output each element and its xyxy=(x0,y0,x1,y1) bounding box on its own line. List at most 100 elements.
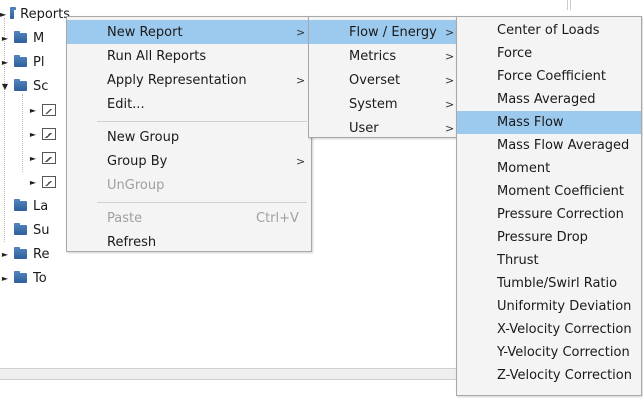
menu-item-label: Force Coefficient xyxy=(497,69,606,84)
submenu-arrow-icon: > xyxy=(296,25,306,39)
menu-item-apply-representation[interactable]: Apply Representation > xyxy=(67,68,311,92)
tree-item[interactable]: ▼ Sc xyxy=(0,76,70,96)
menu-item-z-velocity-correction[interactable]: Z-Velocity Correction xyxy=(457,364,641,387)
menu-item-mass-flow[interactable]: Mass Flow xyxy=(457,111,641,134)
report-icon xyxy=(42,104,56,116)
tree-item-reports[interactable]: ► Reports xyxy=(0,4,70,24)
folder-icon xyxy=(14,79,27,91)
expand-arrow-icon[interactable]: ► xyxy=(28,129,38,139)
tree-item[interactable]: ► Re xyxy=(0,244,70,264)
menu-item-ungroup[interactable]: UnGroup xyxy=(67,173,311,197)
menu-item-label: Mass Flow Averaged xyxy=(497,138,630,153)
menu-item-moment[interactable]: Moment xyxy=(457,157,641,180)
menu-item-user[interactable]: User > xyxy=(309,116,459,140)
tree-item[interactable]: ► To xyxy=(0,268,70,288)
menu-item-label: New Report xyxy=(107,24,183,40)
folder-icon xyxy=(14,31,27,43)
tree-item[interactable]: ► xyxy=(28,148,68,168)
menu-separator xyxy=(97,202,307,203)
folder-icon xyxy=(10,7,17,19)
expand-arrow-icon[interactable]: ► xyxy=(0,57,10,67)
expand-arrow-icon[interactable]: ► xyxy=(0,9,6,19)
pane-divider[interactable] xyxy=(570,0,571,10)
menu-item-label: System xyxy=(349,96,398,112)
tree-item[interactable]: La xyxy=(10,196,70,216)
menu-item-flow-energy[interactable]: Flow / Energy > xyxy=(309,20,459,44)
menu-item-overset[interactable]: Overset > xyxy=(309,68,459,92)
menu-item-moment-coefficient[interactable]: Moment Coefficient xyxy=(457,180,641,203)
menu-item-pressure-drop[interactable]: Pressure Drop xyxy=(457,226,641,249)
tree-item[interactable]: ► xyxy=(28,172,68,192)
folder-icon xyxy=(14,199,27,211)
menu-item-metrics[interactable]: Metrics > xyxy=(309,44,459,68)
menu-item-edit[interactable]: Edit... xyxy=(67,92,311,116)
tree-item-label: Sc xyxy=(33,78,49,94)
menu-item-new-group[interactable]: New Group xyxy=(67,125,311,149)
tree-item[interactable]: Su xyxy=(10,220,70,240)
menu-item-label: UnGroup xyxy=(107,177,165,193)
menu-item-force[interactable]: Force xyxy=(457,42,641,65)
menu-item-label: Paste xyxy=(107,210,143,226)
submenu-arrow-icon: > xyxy=(296,154,306,168)
tree-item[interactable]: ► M xyxy=(0,28,70,48)
collapse-arrow-icon[interactable]: ▼ xyxy=(0,81,10,91)
menu-item-paste[interactable]: Paste Ctrl+V xyxy=(67,206,311,230)
menu-item-label: Edit... xyxy=(107,96,145,112)
menu-item-x-velocity-correction[interactable]: X-Velocity Correction xyxy=(457,318,641,341)
menu-item-thrust[interactable]: Thrust xyxy=(457,249,641,272)
expand-arrow-icon[interactable]: ► xyxy=(0,249,10,259)
tree-item-label: Su xyxy=(33,222,50,238)
submenu-arrow-icon: > xyxy=(296,73,306,87)
menu-item-label: Pressure Correction xyxy=(497,207,624,222)
menu-item-label: Uniformity Deviation xyxy=(497,299,632,314)
folder-icon xyxy=(14,247,27,259)
menu-item-label: Thrust xyxy=(497,253,539,268)
menu-item-force-coefficient[interactable]: Force Coefficient xyxy=(457,65,641,88)
expand-arrow-icon[interactable]: ► xyxy=(0,273,10,283)
menu-item-label: Mass Averaged xyxy=(497,92,596,107)
menu-item-mass-averaged[interactable]: Mass Averaged xyxy=(457,88,641,111)
submenu-arrow-icon: > xyxy=(445,97,455,111)
pane-divider[interactable] xyxy=(567,0,568,10)
menu-item-refresh[interactable]: Refresh xyxy=(67,230,311,254)
menu-item-group-by[interactable]: Group By > xyxy=(67,149,311,173)
menu-item-label: Mass Flow xyxy=(497,115,564,130)
report-icon xyxy=(42,176,56,188)
context-menu: New Report > Run All Reports Apply Repre… xyxy=(66,16,312,252)
menu-item-label: Overset xyxy=(349,72,401,88)
menu-item-uniformity-deviation[interactable]: Uniformity Deviation xyxy=(457,295,641,318)
submenu-arrow-icon: > xyxy=(445,49,455,63)
menu-item-label: Force xyxy=(497,46,533,61)
folder-icon xyxy=(14,223,27,235)
menu-item-new-report[interactable]: New Report > xyxy=(67,20,311,44)
menu-item-label: Run All Reports xyxy=(107,48,207,64)
menu-item-label: Group By xyxy=(107,153,168,169)
tree-item[interactable]: ► xyxy=(28,100,68,120)
tree-item-label: To xyxy=(33,270,47,286)
menu-item-shortcut: Ctrl+V xyxy=(256,210,299,226)
tree-item[interactable]: ► Pl xyxy=(0,52,70,72)
menu-item-label: Flow / Energy xyxy=(349,24,437,40)
menu-item-mass-flow-averaged[interactable]: Mass Flow Averaged xyxy=(457,134,641,157)
menu-item-tumble-swirl-ratio[interactable]: Tumble/Swirl Ratio xyxy=(457,272,641,295)
menu-item-center-of-loads[interactable]: Center of Loads xyxy=(457,19,641,42)
report-icon xyxy=(42,152,56,164)
tree-item[interactable]: ► xyxy=(28,124,68,144)
expand-arrow-icon[interactable]: ► xyxy=(0,33,10,43)
menu-item-label: Moment Coefficient xyxy=(497,184,624,199)
menu-item-system[interactable]: System > xyxy=(309,92,459,116)
expand-arrow-icon[interactable]: ► xyxy=(28,153,38,163)
tree-item-label: Pl xyxy=(33,54,45,70)
menu-item-label: X-Velocity Correction xyxy=(497,322,632,337)
tree-guide-line xyxy=(22,94,23,172)
menu-item-label: Z-Velocity Correction xyxy=(497,368,632,383)
menu-item-label: Tumble/Swirl Ratio xyxy=(497,276,618,291)
expand-arrow-icon[interactable]: ► xyxy=(28,177,38,187)
menu-item-label: Center of Loads xyxy=(497,23,600,38)
expand-arrow-icon[interactable]: ► xyxy=(28,105,38,115)
menu-item-y-velocity-correction[interactable]: Y-Velocity Correction xyxy=(457,341,641,364)
submenu-arrow-icon: > xyxy=(445,25,455,39)
menu-item-label: Refresh xyxy=(107,234,157,250)
menu-item-pressure-correction[interactable]: Pressure Correction xyxy=(457,203,641,226)
menu-item-run-all-reports[interactable]: Run All Reports xyxy=(67,44,311,68)
